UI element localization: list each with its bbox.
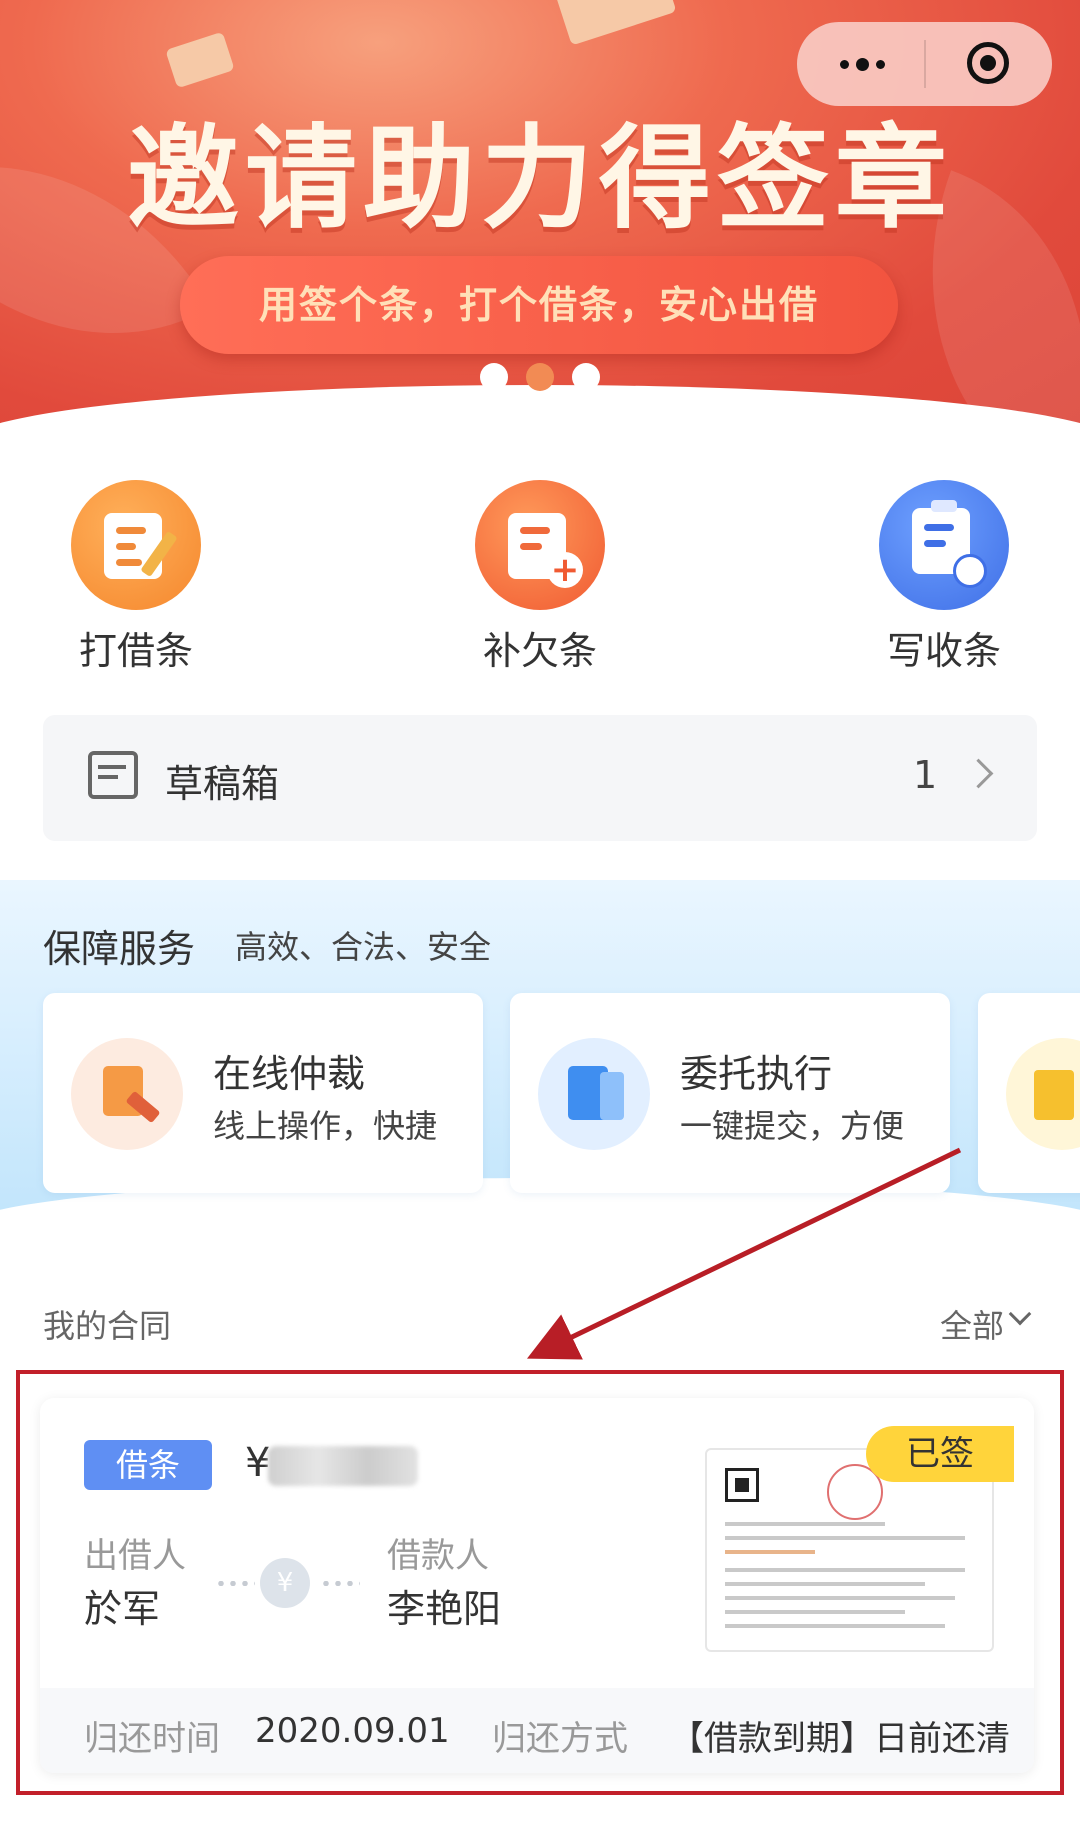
quick-action-add-debt-note[interactable]: + 补欠条 xyxy=(430,480,650,675)
service-desc: 一键提交，方便 xyxy=(680,1107,905,1145)
services-subtitle: 高效、合法、安全 xyxy=(235,928,492,966)
banner-subtitle: 用签个条，打个借条，安心出借 xyxy=(180,256,898,354)
draft-box-label: 草稿箱 xyxy=(165,762,280,806)
service-card-entrust[interactable]: 委托执行 一键提交，方便 xyxy=(510,993,950,1193)
paper-decoration xyxy=(165,31,235,89)
carousel-dot-active[interactable] xyxy=(526,363,554,391)
quick-action-receipt[interactable]: 写收条 xyxy=(834,480,1054,675)
quick-action-write-iou[interactable]: 打借条 xyxy=(26,480,246,675)
more-options-icon[interactable] xyxy=(827,44,897,84)
quick-action-label: 写收条 xyxy=(886,629,1001,673)
services-title: 保障服务 xyxy=(43,927,196,971)
inbox-icon xyxy=(88,751,138,799)
service-name: 委托执行 xyxy=(680,1052,833,1096)
building-icon xyxy=(1006,1038,1080,1150)
contracts-filter[interactable]: 全部 xyxy=(940,1301,1004,1347)
draft-box[interactable]: 草稿箱 1 xyxy=(43,715,1037,841)
carousel-dot[interactable] xyxy=(480,363,508,391)
chevron-right-icon xyxy=(963,758,994,789)
paper-decoration xyxy=(553,0,677,46)
close-miniprogram-icon[interactable] xyxy=(967,42,1009,84)
add-debt-note-icon: + xyxy=(475,480,605,610)
miniprogram-capsule xyxy=(797,22,1052,106)
service-desc: 线上操作，快捷 xyxy=(213,1107,438,1145)
draft-count: 1 xyxy=(913,753,938,797)
arbitration-gavel-icon xyxy=(71,1038,183,1150)
highlight-box xyxy=(16,1370,1064,1795)
entrust-document-icon xyxy=(538,1038,650,1150)
service-card-arbitration[interactable]: 在线仲裁 线上操作，快捷 xyxy=(43,993,483,1193)
my-contracts-title: 我的合同 xyxy=(43,1307,172,1345)
quick-action-label: 补欠条 xyxy=(482,629,597,673)
capsule-divider xyxy=(924,40,926,88)
service-name: 在线仲裁 xyxy=(213,1052,366,1096)
carousel-dot[interactable] xyxy=(572,363,600,391)
services-wave xyxy=(0,1178,1080,1278)
write-iou-icon xyxy=(71,480,201,610)
chevron-down-icon[interactable] xyxy=(1008,1302,1032,1326)
banner-title: 邀请助力得签章 xyxy=(127,114,953,244)
quick-action-label: 打借条 xyxy=(78,629,193,673)
receipt-clipboard-icon xyxy=(879,480,1009,610)
service-card-partial[interactable] xyxy=(978,993,1080,1193)
